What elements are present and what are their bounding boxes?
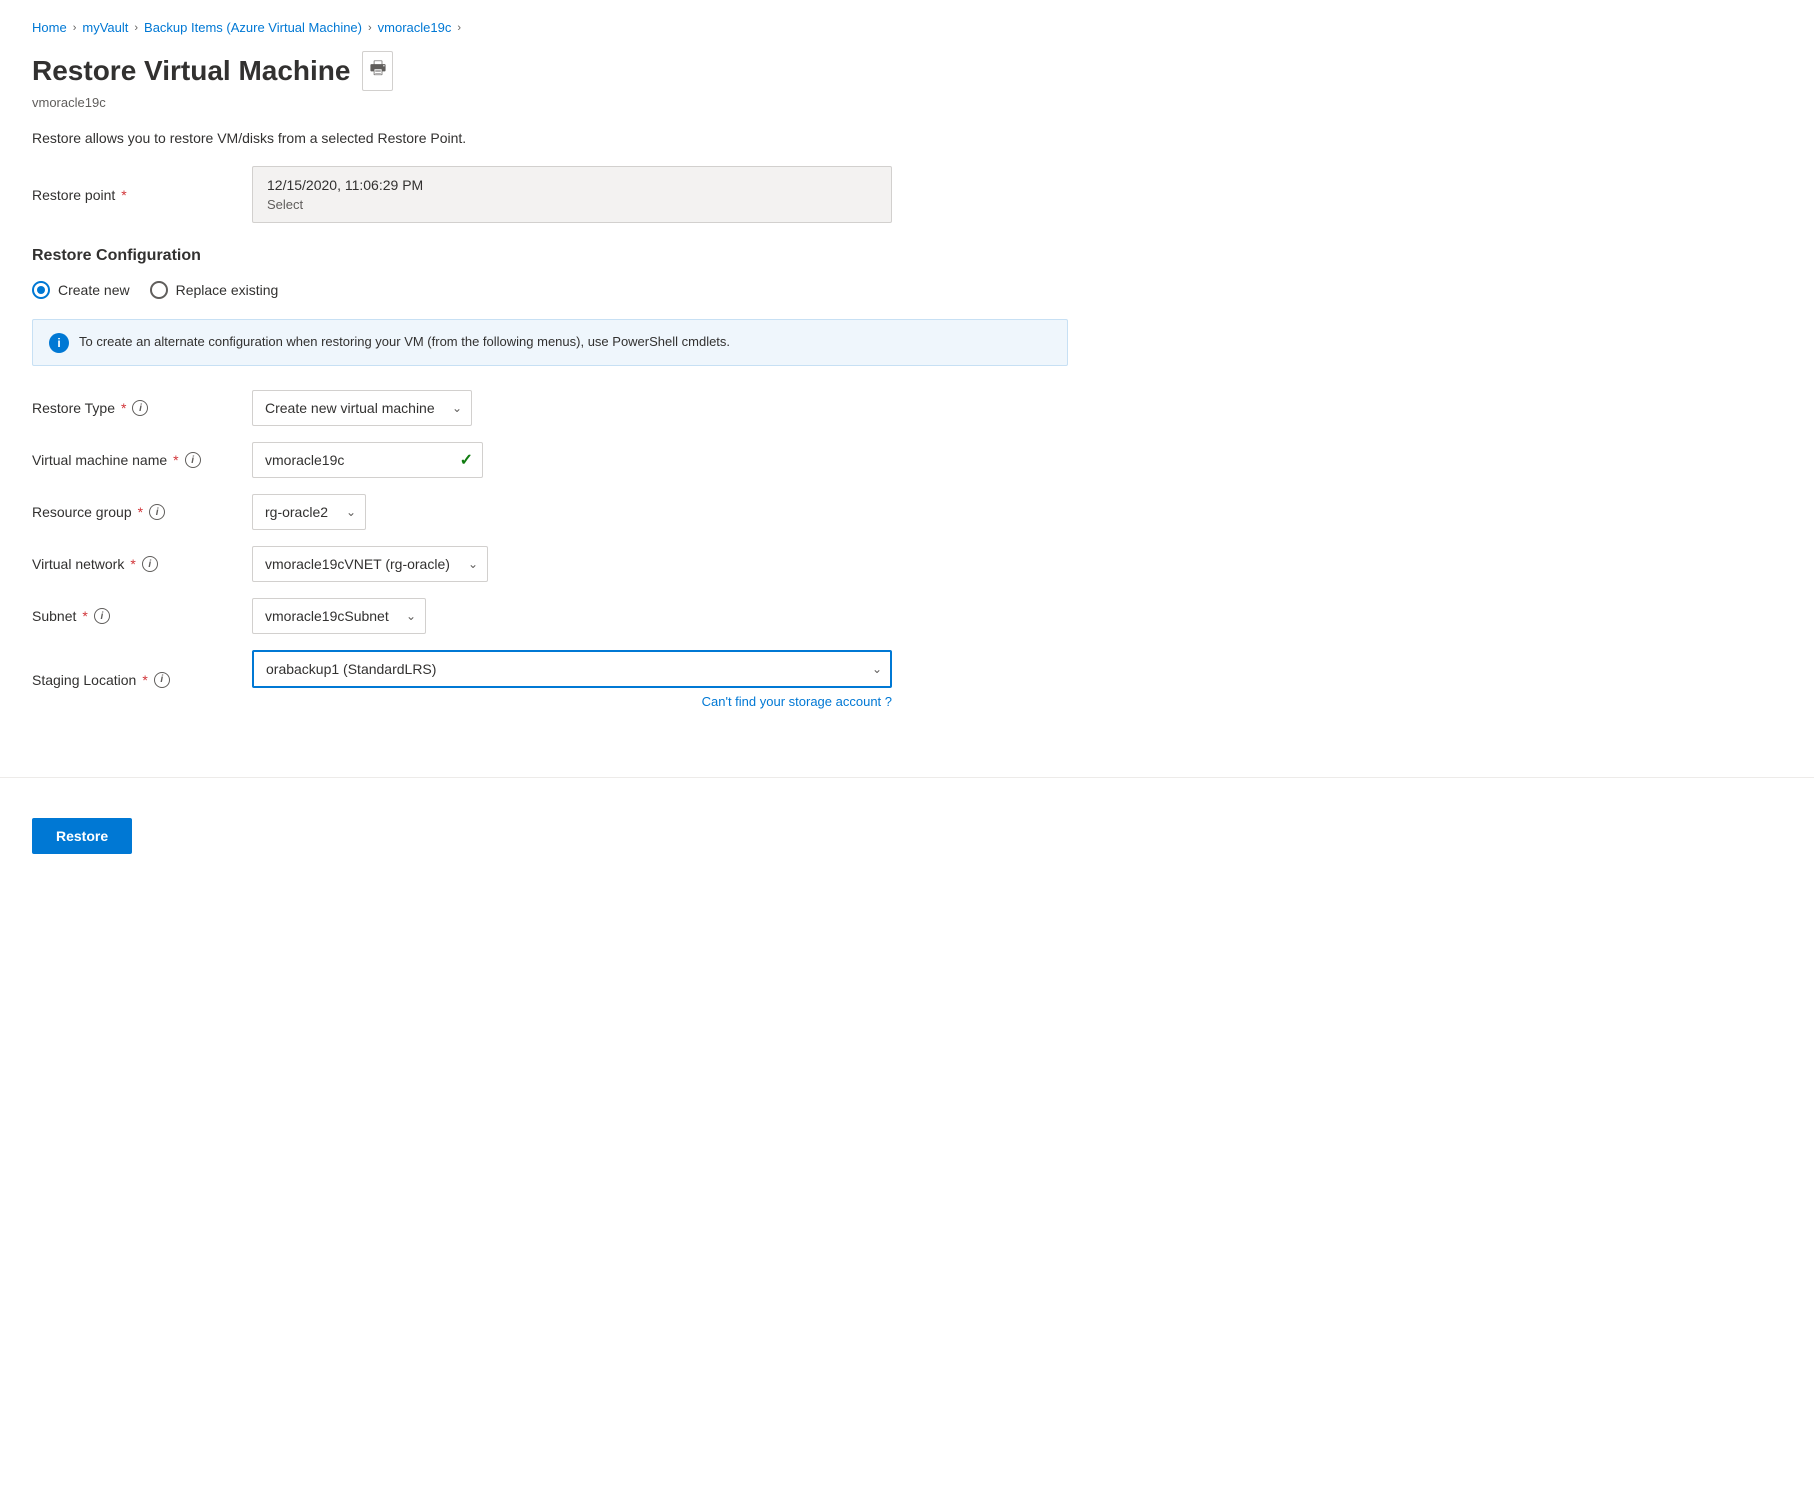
subnet-dropdown[interactable]: vmoracle19cSubnet <box>252 598 426 634</box>
restore-type-row: Restore Type * i Create new virtual mach… <box>32 390 1068 426</box>
print-icon[interactable]: 🖶 <box>362 51 393 91</box>
staging-location-required: * <box>142 672 147 688</box>
info-banner-text: To create an alternate configuration whe… <box>79 332 730 352</box>
info-banner-icon: i <box>49 333 69 353</box>
vm-name-required: * <box>173 452 178 468</box>
restore-point-box[interactable]: 12/15/2020, 11:06:29 PM Select <box>252 166 892 223</box>
subnet-info-icon[interactable]: i <box>94 608 110 624</box>
storage-account-link[interactable]: Can't find your storage account ? <box>252 694 892 709</box>
page-title: Restore Virtual Machine <box>32 55 350 87</box>
breadcrumb-backup-items[interactable]: Backup Items (Azure Virtual Machine) <box>144 20 362 35</box>
restore-point-required: * <box>121 187 126 203</box>
restore-button[interactable]: Restore <box>32 818 132 854</box>
virtual-network-info-icon[interactable]: i <box>142 556 158 572</box>
staging-location-info-icon[interactable]: i <box>154 672 170 688</box>
vm-name-info-icon[interactable]: i <box>185 452 201 468</box>
radio-replace-existing[interactable]: Replace existing <box>150 281 279 299</box>
restore-type-dropdown-wrapper: Create new virtual machine Restore disks… <box>252 390 472 426</box>
virtual-network-dropdown[interactable]: vmoracle19cVNET (rg-oracle) <box>252 546 488 582</box>
staging-location-label: Staging Location * i <box>32 672 252 688</box>
page-subtitle: vmoracle19c <box>32 95 1068 110</box>
footer-divider <box>0 777 1814 778</box>
resource-group-label: Resource group * i <box>32 504 252 520</box>
virtual-network-required: * <box>130 556 135 572</box>
vm-name-row: Virtual machine name * i ✓ <box>32 442 1068 478</box>
restore-point-label: Restore point * <box>32 187 252 203</box>
restore-type-info-icon[interactable]: i <box>132 400 148 416</box>
breadcrumb-home[interactable]: Home <box>32 20 67 35</box>
subnet-row: Subnet * i vmoracle19cSubnet ⌄ <box>32 598 1068 634</box>
staging-location-dropdown-wrapper: orabackup1 (StandardLRS) ⌄ <box>252 650 892 688</box>
restore-type-dropdown[interactable]: Create new virtual machine Restore disks <box>252 390 472 426</box>
resource-group-info-icon[interactable]: i <box>149 504 165 520</box>
subnet-required: * <box>82 608 87 624</box>
breadcrumb-sep-3: › <box>368 22 372 34</box>
section-heading: Restore Configuration <box>32 247 1068 265</box>
virtual-network-row: Virtual network * i vmoracle19cVNET (rg-… <box>32 546 1068 582</box>
staging-location-control: orabackup1 (StandardLRS) ⌄ Can't find yo… <box>252 650 892 709</box>
radio-create-new[interactable]: Create new <box>32 281 130 299</box>
radio-replace-existing-circle <box>150 281 168 299</box>
restore-point-control: 12/15/2020, 11:06:29 PM Select <box>252 166 892 223</box>
staging-location-row: Staging Location * i orabackup1 (Standar… <box>32 650 1068 709</box>
resource-group-dropdown[interactable]: rg-oracle2 rg-oracle <box>252 494 366 530</box>
subnet-dropdown-wrapper: vmoracle19cSubnet ⌄ <box>252 598 426 634</box>
radio-create-new-circle <box>32 281 50 299</box>
restore-type-label: Restore Type * i <box>32 400 252 416</box>
resource-group-required: * <box>138 504 143 520</box>
vm-name-label: Virtual machine name * i <box>32 452 252 468</box>
breadcrumb-vm[interactable]: vmoracle19c <box>378 20 452 35</box>
radio-group: Create new Replace existing <box>32 281 1068 299</box>
restore-point-value: 12/15/2020, 11:06:29 PM <box>267 177 877 193</box>
breadcrumb: Home › myVault › Backup Items (Azure Vir… <box>32 20 1068 35</box>
description-text: Restore allows you to restore VM/disks f… <box>32 130 1068 146</box>
footer-bar: Restore <box>0 798 1814 874</box>
radio-replace-existing-label: Replace existing <box>176 282 279 298</box>
breadcrumb-vault[interactable]: myVault <box>82 20 128 35</box>
breadcrumb-sep-4: › <box>457 22 461 34</box>
restore-point-row: Restore point * 12/15/2020, 11:06:29 PM … <box>32 166 1068 223</box>
breadcrumb-sep-1: › <box>73 22 77 34</box>
subnet-label: Subnet * i <box>32 608 252 624</box>
resource-group-row: Resource group * i rg-oracle2 rg-oracle … <box>32 494 1068 530</box>
vm-name-input[interactable] <box>252 442 483 478</box>
breadcrumb-sep-2: › <box>134 22 138 34</box>
info-banner: i To create an alternate configuration w… <box>32 319 1068 366</box>
resource-group-dropdown-wrapper: rg-oracle2 rg-oracle ⌄ <box>252 494 366 530</box>
page-header: Restore Virtual Machine 🖶 <box>32 51 1068 91</box>
vm-name-check-icon: ✓ <box>460 450 473 470</box>
vm-name-input-wrapper: ✓ <box>252 442 483 478</box>
radio-create-new-label: Create new <box>58 282 130 298</box>
virtual-network-label: Virtual network * i <box>32 556 252 572</box>
restore-type-required: * <box>121 400 126 416</box>
restore-point-select[interactable]: Select <box>267 197 877 212</box>
virtual-network-dropdown-wrapper: vmoracle19cVNET (rg-oracle) ⌄ <box>252 546 488 582</box>
staging-location-dropdown[interactable]: orabackup1 (StandardLRS) <box>252 650 892 688</box>
